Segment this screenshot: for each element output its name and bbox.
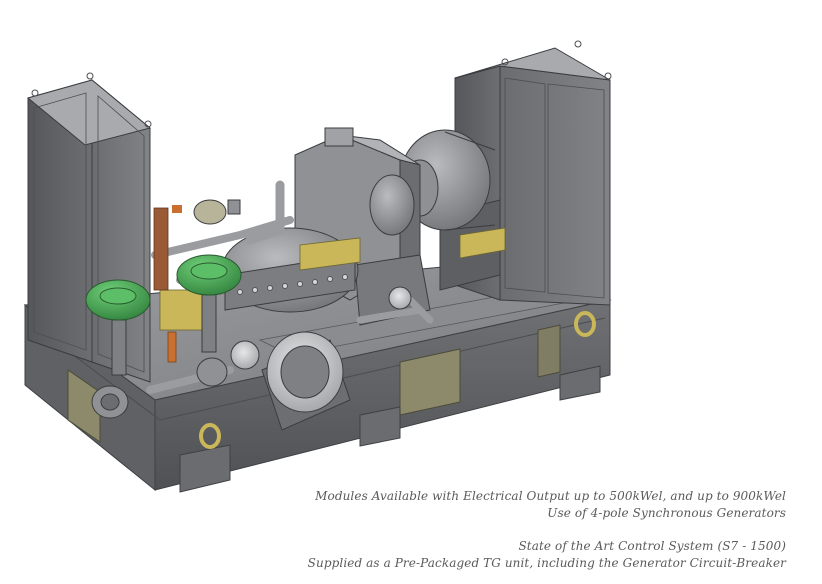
access-panel-right [537, 324, 561, 378]
auxiliary-valve-top [193, 199, 241, 225]
feature-caption-group-bottom: State of the Art Control System (S7 - 15… [308, 538, 786, 572]
caption-control-system: State of the Art Control System (S7 - 15… [518, 539, 786, 553]
caption-generators: Use of 4-pole Synchronous Generators [547, 506, 786, 520]
caption-electrical-output: Modules Available with Electrical Output… [315, 489, 786, 503]
turbine-generator-illustration [23, 40, 612, 493]
left-control-cabinet [26, 72, 152, 383]
feature-caption-group-top: Modules Available with Electrical Output… [315, 488, 786, 522]
coupling-flange [388, 286, 412, 310]
caption-packaging: Supplied as a Pre-Packaged TG unit, incl… [307, 556, 786, 570]
